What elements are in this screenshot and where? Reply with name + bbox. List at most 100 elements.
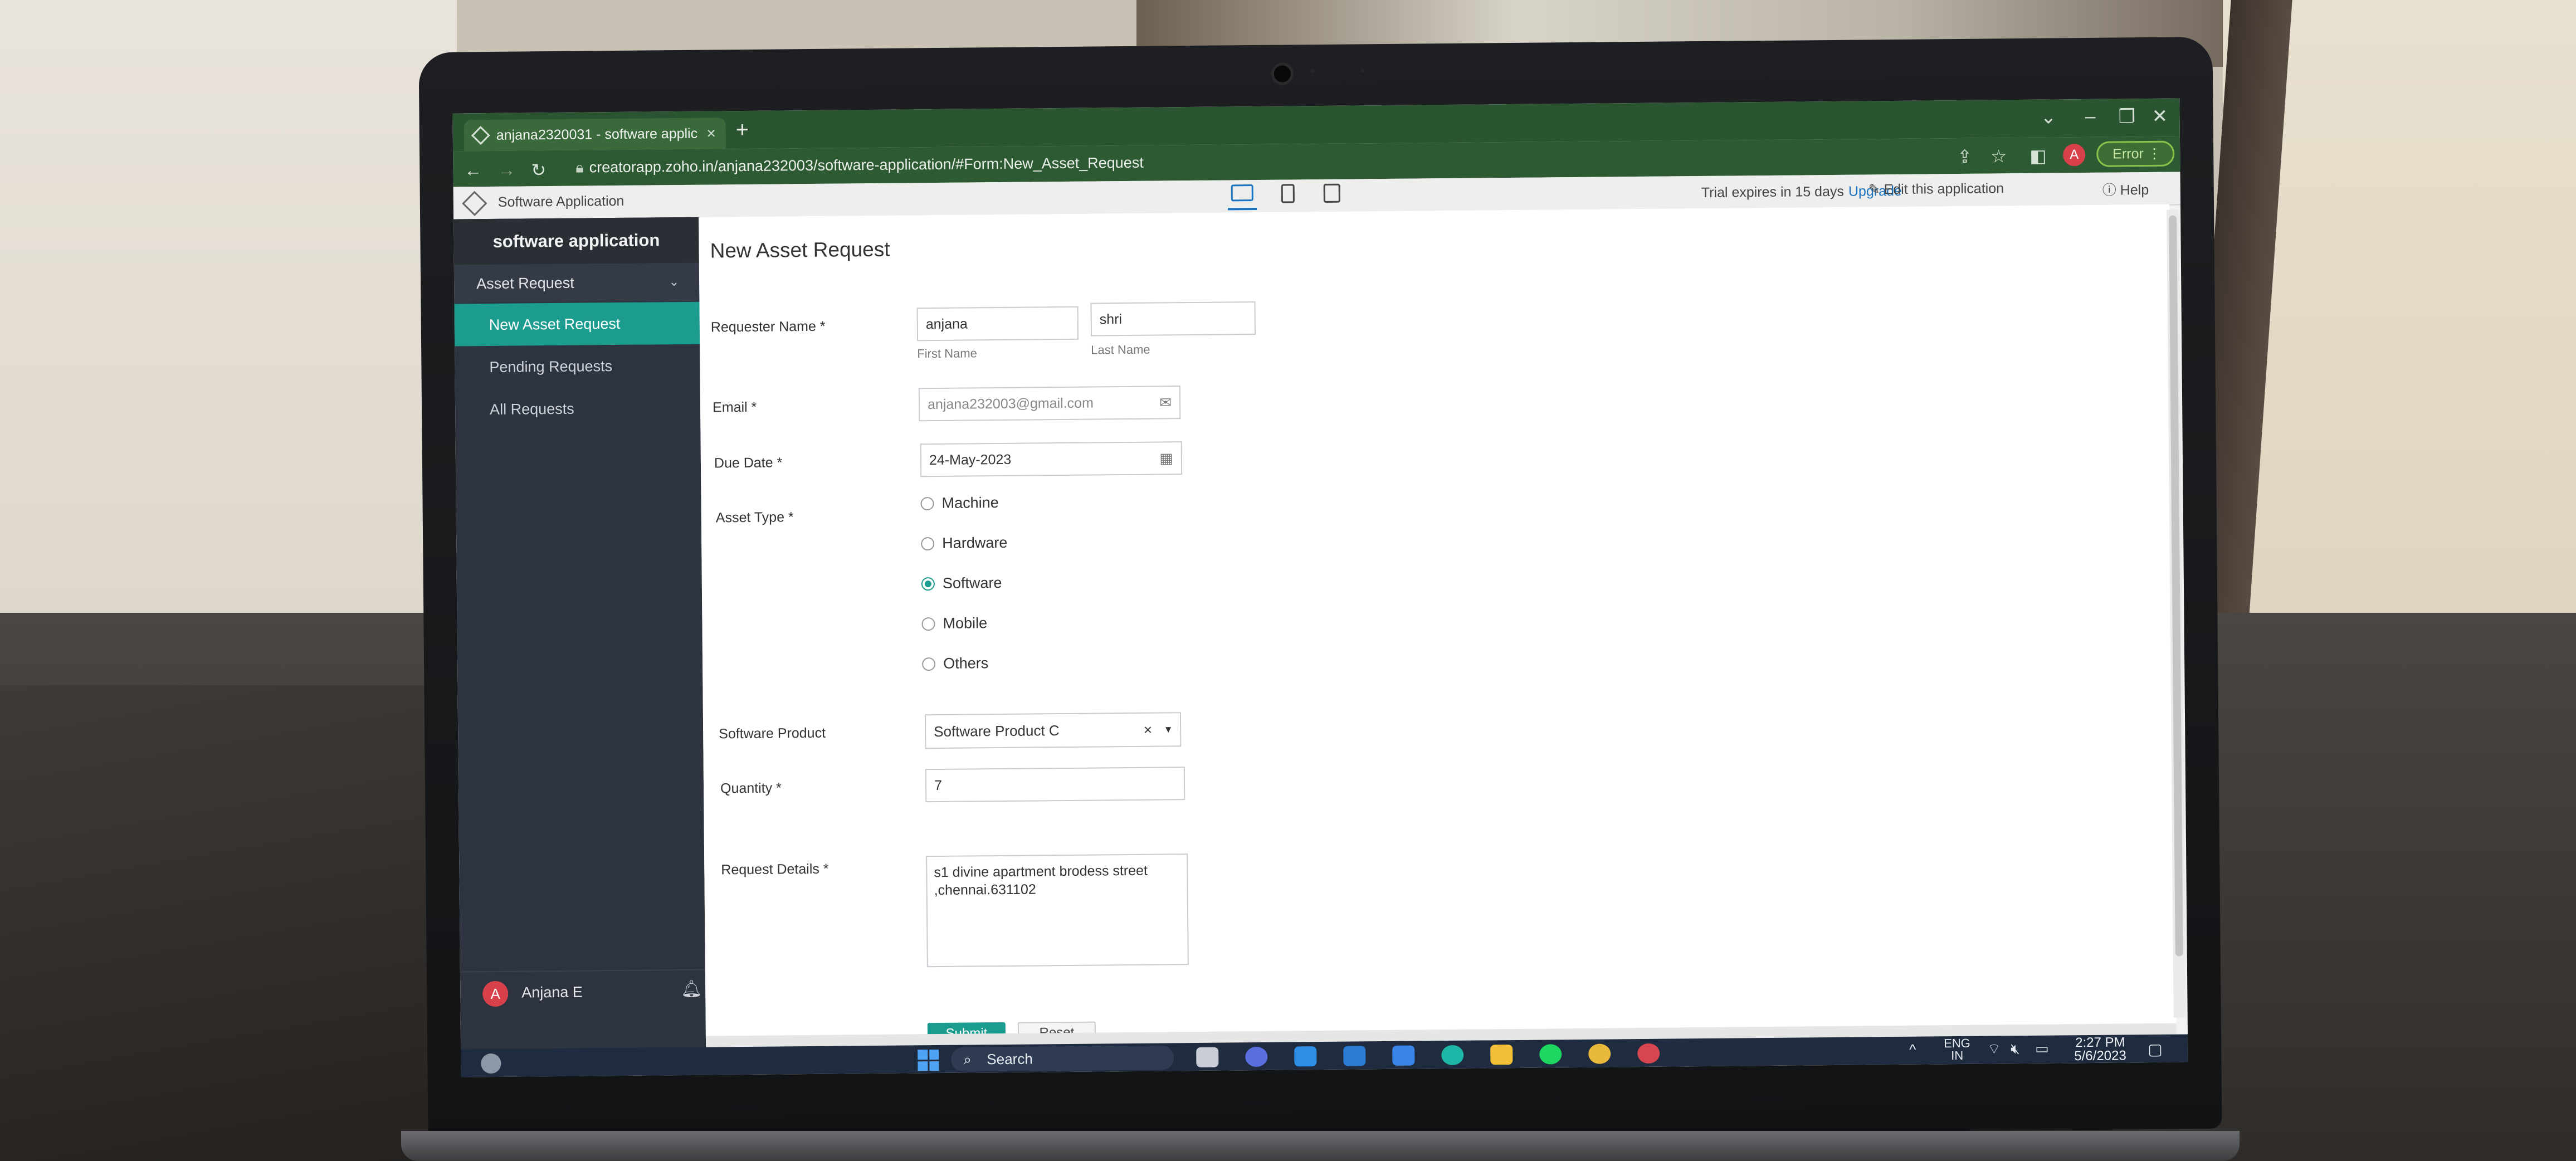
chrome-profile-icon[interactable] [1637,1043,1660,1064]
sidebar: software application Asset Request ⌄ New… [453,217,706,1077]
tab-search-icon[interactable]: ⌄ [2040,106,2056,128]
edge-browser-icon[interactable] [1441,1045,1464,1066]
taskbar-search[interactable]: ⌕ Search [951,1045,1174,1072]
forward-icon[interactable]: → [497,160,515,181]
url-text: creatorapp.zoho.in/anjana232003/software… [589,154,1144,176]
chevron-up-icon[interactable]: ^ [1909,1041,1916,1058]
browser-tab-active[interactable]: anjana2320031 - software applic × [464,118,726,152]
trial-text: Trial expires in 15 days [1701,183,1845,201]
clear-selection-icon[interactable]: × [1144,714,1153,746]
wifi-icon[interactable]: ⌔ [1987,1040,2001,1057]
laptop-base [401,1131,2240,1161]
last-name-input[interactable]: shri [1090,301,1256,336]
asset-type-option-hardware[interactable]: Hardware [921,534,1007,552]
help-icon: ⓘ [2102,182,2120,198]
weather-widget-icon[interactable] [481,1053,501,1074]
quantity-label: Quantity * [720,780,782,797]
close-window-icon[interactable]: ✕ [2151,105,2168,128]
taskbar-clock[interactable]: 2:27 PM 5/6/2023 [2074,1035,2126,1064]
teams-chat-icon[interactable] [1245,1046,1268,1067]
quantity-input[interactable]: 7 [925,767,1185,803]
reload-icon[interactable]: ↻ [531,159,546,181]
chevron-down-icon[interactable]: ▾ [1165,713,1172,745]
due-date-label: Due Date * [714,455,783,471]
due-date-field[interactable]: 24-May-2023 ▦ [920,441,1183,477]
radio-selected-icon [921,577,935,591]
mail-icon[interactable] [1294,1046,1317,1067]
language-indicator[interactable]: ENG IN [1944,1036,1970,1063]
user-name[interactable]: Anjana E [521,984,583,1002]
pencil-icon: ✎ [1868,182,1884,198]
form-panel: New Asset Request Requester Name * anjan… [699,204,2177,1046]
tab-close-icon[interactable]: × [706,124,716,142]
request-details-label: Request Details * [721,861,829,878]
volume-muted-icon[interactable]: 🔇︎ [2011,1040,2020,1057]
webcam [1271,62,1294,85]
restore-icon[interactable]: ❐ [2118,105,2135,128]
lang-bottom: IN [1951,1048,1964,1063]
side-panel-icon[interactable]: ◧ [2029,145,2047,167]
profile-avatar[interactable]: A [2063,143,2086,167]
asset-type-option-software[interactable]: Software [921,574,1002,592]
asset-type-option-others[interactable]: Others [922,655,988,672]
spotify-icon[interactable] [1539,1044,1562,1065]
tablet-view-icon[interactable] [1323,183,1340,203]
background-wall-left [0,0,457,685]
option-label: Machine [941,494,999,511]
asset-type-option-machine[interactable]: Machine [920,494,999,512]
notification-icon[interactable]: ▢ [2148,1040,2163,1058]
desktop-view-icon[interactable] [1231,184,1253,202]
battery-icon[interactable]: ▭ [2035,1040,2049,1057]
url-field[interactable]: 🔒︎ creatorapp.zoho.in/anjana232003/softwa… [575,154,1144,177]
sidebar-item-new-asset-request[interactable]: New Asset Request [454,301,700,347]
bell-icon[interactable]: 🔔︎ [681,979,702,999]
mobile-view-icon[interactable] [1281,184,1295,203]
sidebar-group-label: Asset Request [476,274,574,292]
sidebar-app-title: software application [453,217,699,266]
option-label: Others [943,655,989,672]
task-view-icon[interactable] [1196,1047,1219,1067]
search-icon: ⌕ [963,1051,972,1068]
software-product-select[interactable]: Software Product C × ▾ [924,712,1182,749]
option-label: Hardware [942,534,1008,552]
share-icon[interactable]: ⇪ [1957,146,1972,167]
calendar-icon[interactable]: ▦ [1159,442,1173,474]
first-name-input[interactable]: anjana [916,306,1079,342]
bookmark-star-icon[interactable]: ☆ [1990,145,2007,167]
user-avatar[interactable]: A [482,980,509,1007]
last-name-caption: Last Name [1091,342,1150,357]
asset-type-option-mobile[interactable]: Mobile [921,614,987,632]
clock-date: 5/6/2023 [2074,1048,2126,1064]
back-icon[interactable]: ← [464,160,482,181]
radio-icon [921,536,935,550]
error-button[interactable]: Error ⋮ [2096,140,2175,167]
office-icon[interactable] [1343,1046,1366,1066]
sidebar-item-all-requests[interactable]: All Requests [455,387,701,431]
sidebar-item-pending-requests[interactable]: Pending Requests [455,344,700,389]
chevron-down-icon: ⌄ [669,275,680,289]
store-icon[interactable] [1392,1045,1415,1066]
option-label: Mobile [943,614,988,632]
help-label: Help [2120,182,2149,198]
radio-icon [920,496,934,510]
new-tab-icon[interactable]: + [736,118,749,143]
sidebar-group-asset-request[interactable]: Asset Request ⌄ [453,262,700,303]
edit-application-button[interactable]: ✎ Edit this application [1868,180,2004,198]
help-button[interactable]: ⓘ Help [2102,179,2149,199]
request-details-textarea[interactable]: s1 divine apartment brodess street ,chen… [926,853,1189,968]
laptop-lid: anjana2320031 - software applic × + ⌄ – … [418,36,2222,1145]
sensor-dot [1310,69,1314,74]
minimize-icon[interactable]: – [2085,106,2095,128]
file-explorer-icon[interactable] [1490,1045,1513,1065]
windows-start-icon[interactable] [918,1050,939,1071]
sidebar-footer: A Anjana E 🔔︎ [460,969,706,1015]
chrome-icon[interactable] [1588,1043,1611,1064]
form-title: New Asset Request [710,237,890,262]
edit-label: Edit this application [1884,181,2004,198]
tab-title: anjana2320031 - software applic [496,125,698,143]
email-field[interactable]: anjana232003@gmail.com ✉ [918,386,1181,422]
email-label: Email * [712,399,757,416]
zoho-logo-icon[interactable] [462,191,487,216]
email-value: anjana232003@gmail.com [927,395,1094,413]
radio-icon [921,617,935,631]
